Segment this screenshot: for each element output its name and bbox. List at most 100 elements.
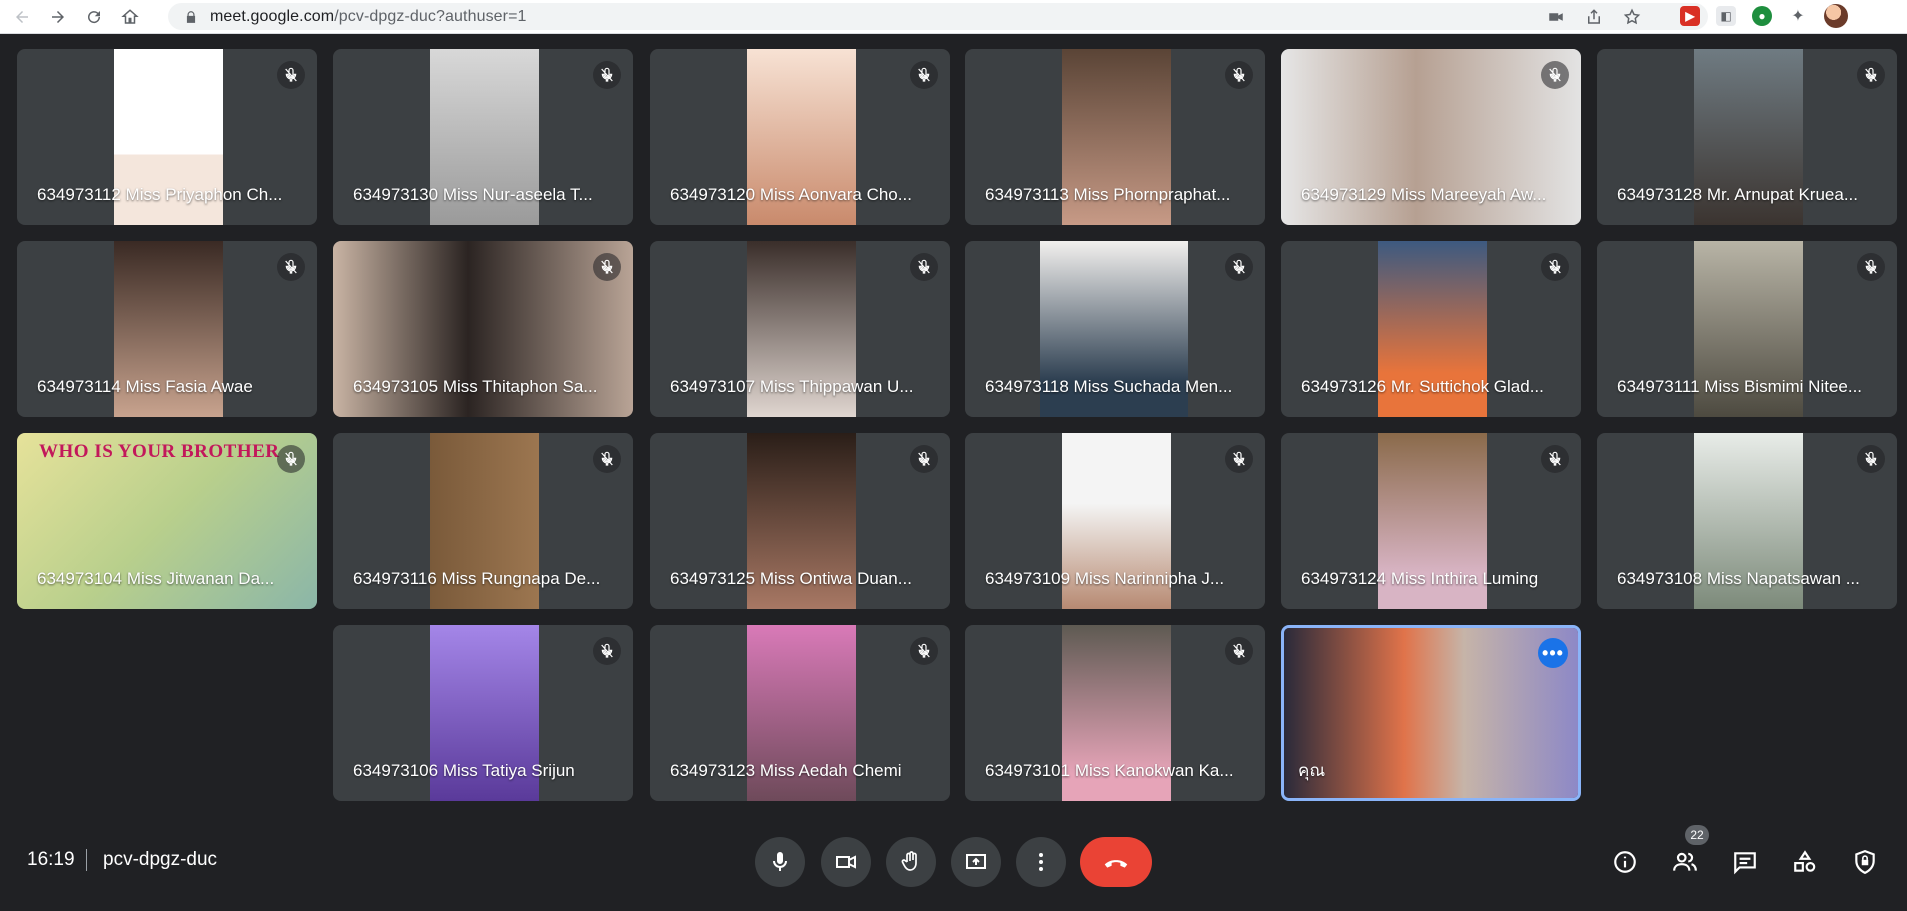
share-icon[interactable] <box>1584 7 1604 27</box>
mic-off-icon <box>910 445 938 473</box>
participant-tile[interactable]: 634973112 Miss Priyaphon Ch... <box>17 49 317 225</box>
camera-icon <box>836 855 856 869</box>
participant-name: 634973108 Miss Napatsawan ... <box>1617 569 1860 588</box>
participant-tile[interactable]: 634973124 Miss Inthira Luming <box>1281 433 1581 609</box>
activities-icon <box>1794 850 1816 872</box>
mic-off-icon <box>277 445 305 473</box>
participant-name: 634973128 Mr. Arnupat Kruea... <box>1617 185 1859 204</box>
end-call-icon <box>1104 860 1128 868</box>
mic-off-icon <box>593 637 621 665</box>
participant-tile[interactable]: 634973111 Miss Bismimi Nitee... <box>1597 241 1897 417</box>
meeting-controls-bar: 16:19 pcv-dpgz-duc 22 <box>0 813 1907 911</box>
participant-tile[interactable]: 634973105 Miss Thitaphon Sa... <box>333 241 633 417</box>
more-options-button[interactable] <box>1016 837 1066 887</box>
participant-name: 634973107 Miss Thippawan U... <box>670 377 914 396</box>
url-text: meet.google.com/pcv-dpgz-duc?authuser=1 <box>210 8 527 26</box>
participant-tile[interactable]: 634973128 Mr. Arnupat Kruea... <box>1597 49 1897 225</box>
participant-name: 634973112 Miss Priyaphon Ch... <box>37 185 283 204</box>
extension-red-icon[interactable]: ▶ <box>1680 6 1700 26</box>
extensions-puzzle-icon[interactable]: ✦ <box>1788 6 1808 26</box>
activities-button[interactable] <box>1790 847 1820 877</box>
participant-tile[interactable]: 634973101 Miss Kanokwan Ka... <box>965 625 1265 801</box>
back-button[interactable] <box>8 3 36 31</box>
participant-tile[interactable]: 634973120 Miss Aonvara Cho... <box>650 49 950 225</box>
url-path: /pcv-dpgz-duc?authuser=1 <box>334 7 527 25</box>
participant-name: 634973109 Miss Narinnipha J... <box>985 569 1225 588</box>
participant-tile[interactable]: 634973125 Miss Ontiwa Duan... <box>650 433 950 609</box>
chat-icon <box>1734 852 1756 875</box>
participant-grid: 634973112 Miss Priyaphon Ch... 634973130… <box>0 33 1907 813</box>
participant-name: 634973123 Miss Aedah Chemi <box>670 761 902 780</box>
mic-off-icon <box>1857 253 1885 281</box>
participant-tile[interactable]: 634973116 Miss Rungnapa De... <box>333 433 633 609</box>
participant-name: 634973113 Miss Phornpraphat... <box>985 185 1231 204</box>
participant-tile[interactable]: 634973123 Miss Aedah Chemi <box>650 625 950 801</box>
mic-off-icon <box>1857 61 1885 89</box>
people-icon <box>1673 852 1697 871</box>
chat-button[interactable] <box>1730 847 1760 877</box>
meeting-time: 16:19 <box>27 849 75 870</box>
camera-permission-icon[interactable] <box>1546 7 1566 27</box>
participant-tile[interactable]: 634973130 Miss Nur-aseela T... <box>333 49 633 225</box>
lock-icon <box>186 10 196 23</box>
participant-name: 634973125 Miss Ontiwa Duan... <box>670 569 912 588</box>
participant-tile[interactable]: 634973106 Miss Tatiya Srijun <box>333 625 633 801</box>
participant-name: 634973129 Miss Mareeyah Aw... <box>1301 185 1547 204</box>
mic-off-icon <box>277 253 305 281</box>
participant-tile[interactable]: 634973126 Mr. Suttichok Glad... <box>1281 241 1581 417</box>
people-button[interactable] <box>1670 847 1700 877</box>
participant-name: 634973126 Mr. Suttichok Glad... <box>1301 377 1544 396</box>
participant-name: 634973101 Miss Kanokwan Ka... <box>985 761 1234 780</box>
participant-name: 634973111 Miss Bismimi Nitee... <box>1617 377 1863 396</box>
home-button[interactable] <box>116 3 144 31</box>
mic-off-icon <box>593 61 621 89</box>
mic-off-icon <box>593 253 621 281</box>
participant-name: 634973104 Miss Jitwanan Da... <box>37 569 275 588</box>
participant-tile[interactable]: 634973107 Miss Thippawan U... <box>650 241 950 417</box>
more-options-icon[interactable]: ••• <box>1538 638 1568 668</box>
forward-button[interactable] <box>44 3 72 31</box>
more-options-icon <box>1039 853 1043 871</box>
profile-avatar[interactable] <box>1824 4 1848 28</box>
participant-name: 634973124 Miss Inthira Luming <box>1301 569 1539 588</box>
participant-name: 634973114 Miss Fasia Awae <box>37 377 253 396</box>
back-arrow-icon <box>16 10 28 23</box>
participant-tile[interactable]: 634973113 Miss Phornpraphat... <box>965 49 1265 225</box>
mic-off-icon <box>910 253 938 281</box>
mic-off-icon <box>1225 253 1253 281</box>
participant-tile[interactable]: 634973108 Miss Napatsawan ... <box>1597 433 1897 609</box>
self-video <box>1284 628 1578 798</box>
mic-button[interactable] <box>755 837 805 887</box>
reload-icon <box>88 10 101 23</box>
address-bar[interactable]: meet.google.com/pcv-dpgz-duc?authuser=1 <box>168 3 1708 30</box>
raise-hand-button[interactable] <box>886 837 936 887</box>
end-call-button[interactable] <box>1080 837 1152 887</box>
mic-off-icon <box>910 61 938 89</box>
participant-tile[interactable]: WHO IS YOUR BROTHER 634973104 Miss Jitwa… <box>17 433 317 609</box>
participant-name: 634973130 Miss Nur-aseela T... <box>353 185 593 204</box>
participant-name: 634973105 Miss Thitaphon Sa... <box>353 377 598 396</box>
self-tile[interactable]: ••• คุณ <box>1281 625 1581 801</box>
bookmark-star-icon[interactable] <box>1622 7 1642 27</box>
participant-tile[interactable]: 634973114 Miss Fasia Awae <box>17 241 317 417</box>
participant-tile[interactable]: 634973129 Miss Mareeyah Aw... <box>1281 49 1581 225</box>
info-icon <box>1614 851 1636 873</box>
extension-gray-icon[interactable]: ◧ <box>1716 6 1736 26</box>
meeting-details-button[interactable] <box>1610 847 1640 877</box>
camera-button[interactable] <box>821 837 871 887</box>
home-icon <box>121 8 139 24</box>
mic-off-icon <box>1225 637 1253 665</box>
mic-off-icon <box>1541 61 1569 89</box>
mic-off-icon <box>277 61 305 89</box>
present-button[interactable] <box>951 837 1001 887</box>
participant-count-badge: 22 <box>1685 825 1709 845</box>
participant-tile[interactable]: 634973109 Miss Narinnipha J... <box>965 433 1265 609</box>
self-name: คุณ <box>1298 761 1326 780</box>
mic-off-icon <box>910 637 938 665</box>
extension-green-icon[interactable]: ● <box>1752 6 1772 26</box>
host-controls-button[interactable] <box>1850 847 1880 877</box>
participant-name: 634973118 Miss Suchada Men... <box>985 377 1233 396</box>
participant-tile[interactable]: 634973118 Miss Suchada Men... <box>965 241 1265 417</box>
reload-button[interactable] <box>80 3 108 31</box>
mic-off-icon <box>1857 445 1885 473</box>
